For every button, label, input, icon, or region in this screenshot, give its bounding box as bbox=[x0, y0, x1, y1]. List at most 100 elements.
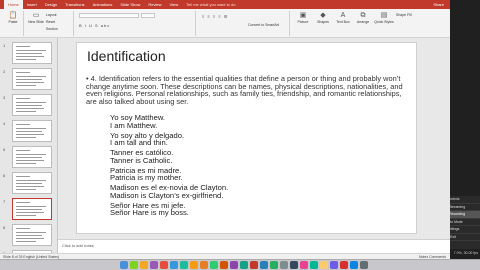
font-group: B I U S abc bbox=[76, 11, 196, 36]
thumbnail-text-line bbox=[16, 154, 46, 155]
thumbnail-text-line bbox=[16, 59, 36, 60]
convert-smartart-button[interactable]: Convert to SmartArt bbox=[248, 23, 279, 27]
quick-styles-button[interactable]: ▤ Quick Styles bbox=[374, 11, 394, 24]
thumbnail-text-line bbox=[16, 102, 46, 103]
dock-app-icon[interactable] bbox=[230, 261, 238, 269]
thumbnail-text-line bbox=[16, 82, 44, 83]
thumbnail-number: 2 bbox=[3, 69, 6, 74]
font-size-box[interactable] bbox=[141, 13, 155, 18]
dock-app-icon[interactable] bbox=[150, 261, 158, 269]
slide-thumbnail[interactable] bbox=[12, 120, 52, 142]
screen: { "ribbon": { "tabs": ["Home", "Insert",… bbox=[0, 0, 480, 270]
dock-app-icon[interactable] bbox=[190, 261, 198, 269]
thumbnail-text-line bbox=[16, 206, 46, 207]
dock-app-icon[interactable] bbox=[350, 261, 358, 269]
slide-thumbnail-pane: 123456789 bbox=[0, 38, 58, 270]
thumbnail-text-line bbox=[16, 235, 42, 236]
sentence-pair: Yo soy alto y delgado. I am tall and thin… bbox=[110, 131, 228, 147]
paragraph-buttons[interactable]: ≡ ≡ ≡ ≡ ☰ bbox=[202, 14, 228, 19]
dock-app-icon[interactable] bbox=[280, 261, 288, 269]
thumbnail-text-line bbox=[16, 212, 44, 213]
thumbnail-text-line bbox=[16, 124, 30, 125]
english-sentence: Señor Hare is my boss. bbox=[110, 208, 189, 218]
dock-app-icon[interactable] bbox=[290, 261, 298, 269]
sentence-pair: Patricia es mi madre. Patricia is my moth… bbox=[110, 166, 228, 183]
tab-insert[interactable]: Insert bbox=[23, 0, 41, 9]
paste-button[interactable]: 📋 Paste bbox=[4, 11, 22, 24]
shapes-icon: ◆ bbox=[320, 12, 326, 19]
notes-placeholder: Click to add notes bbox=[62, 243, 94, 248]
dock-app-icon[interactable] bbox=[300, 261, 308, 269]
slide-thumbnail[interactable] bbox=[12, 146, 52, 168]
dock-app-icon[interactable] bbox=[200, 261, 208, 269]
english-sentence: Madison is Clayton’s ex-girlfriend. bbox=[110, 190, 224, 200]
slide-title[interactable]: Identification bbox=[87, 48, 166, 64]
slide-bullet-text[interactable]: • 4. Identification refers to the essent… bbox=[86, 75, 412, 105]
notes-pane[interactable]: Click to add notes bbox=[58, 239, 450, 253]
slide-thumbnail[interactable] bbox=[12, 68, 52, 90]
thumbnail-text-line bbox=[16, 176, 30, 177]
tab-design[interactable]: Design bbox=[41, 0, 61, 9]
tab-review[interactable]: Review bbox=[144, 0, 165, 9]
english-sentence: Patricia is my mother. bbox=[110, 173, 183, 183]
thumbnail-text-line bbox=[16, 238, 44, 239]
format-buttons[interactable]: B I U S abc bbox=[79, 23, 110, 28]
dock-app-icon[interactable] bbox=[240, 261, 248, 269]
slide-thumbnail[interactable] bbox=[12, 224, 52, 246]
tab-transitions[interactable]: Transitions bbox=[61, 0, 88, 9]
tab-view[interactable]: View bbox=[166, 0, 183, 9]
new-slide-icon: ▭ bbox=[32, 12, 40, 19]
shape-fill-button[interactable]: Shape Fill bbox=[396, 13, 412, 17]
font-name-box[interactable] bbox=[79, 13, 139, 18]
textbox-button[interactable]: A Text Box bbox=[334, 11, 352, 24]
picture-button[interactable]: ▣ Picture bbox=[294, 11, 312, 24]
layout-button[interactable]: Layout bbox=[46, 13, 57, 17]
dock-app-icon[interactable] bbox=[220, 261, 228, 269]
thumbnail-number: 4 bbox=[3, 121, 6, 126]
dock-app-icon[interactable] bbox=[360, 261, 368, 269]
dock-app-icon[interactable] bbox=[320, 261, 328, 269]
tab-home[interactable]: Home bbox=[4, 0, 23, 9]
slide-thumbnail[interactable] bbox=[12, 172, 52, 194]
dock-app-icon[interactable] bbox=[140, 261, 148, 269]
tab-slide-show[interactable]: Slide Show bbox=[116, 0, 144, 9]
arrange-button[interactable]: ⧉ Arrange bbox=[354, 11, 372, 24]
thumbnail-text-line bbox=[16, 56, 44, 57]
thumbnail-text-line bbox=[16, 128, 46, 129]
thumbnail-number: 5 bbox=[3, 147, 6, 152]
sentence-pair: Tanner es católico. Tanner is Catholic. bbox=[110, 149, 228, 164]
thumbnail-text-line bbox=[16, 150, 30, 151]
thumbnail-text-line bbox=[16, 137, 36, 138]
slide-thumbnail[interactable] bbox=[12, 198, 52, 220]
dock-app-icon[interactable] bbox=[130, 261, 138, 269]
share-button[interactable]: Share bbox=[429, 0, 450, 9]
dock-app-icon[interactable] bbox=[160, 261, 168, 269]
thumbnail-number: 1 bbox=[3, 43, 6, 48]
slide-thumbnail[interactable] bbox=[12, 42, 52, 64]
new-slide-button[interactable]: ▭ New Slide bbox=[28, 11, 44, 24]
tab-animations[interactable]: Animations bbox=[89, 0, 117, 9]
shapes-button[interactable]: ◆ Shapes bbox=[314, 11, 332, 24]
dock-app-icon[interactable] bbox=[250, 261, 258, 269]
dock-app-icon[interactable] bbox=[310, 261, 318, 269]
dock-app-icon[interactable] bbox=[260, 261, 268, 269]
dock-app-icon[interactable] bbox=[180, 261, 188, 269]
dock-app-icon[interactable] bbox=[270, 261, 278, 269]
thumbnail-text-line bbox=[16, 209, 42, 210]
thumbnail-text-line bbox=[16, 160, 44, 161]
sentence-pair: Señor Hare es mi jefe. Señor Hare is my b… bbox=[110, 201, 228, 218]
dock-app-icon[interactable] bbox=[170, 261, 178, 269]
slide-thumbnail[interactable] bbox=[12, 94, 52, 116]
dock-app-icon[interactable] bbox=[120, 261, 128, 269]
dock-app-icon[interactable] bbox=[340, 261, 348, 269]
example-sentences[interactable]: Yo soy Matthew. I am Matthew. Yo soy alto … bbox=[110, 114, 228, 219]
tell-me-box[interactable]: Tell me what you want to do bbox=[182, 0, 239, 9]
drawing-group: ▣ Picture ◆ Shapes A Text Box ⧉ Arrange … bbox=[292, 11, 412, 36]
current-slide[interactable]: Identification • 4. Identification refer… bbox=[76, 42, 417, 234]
reset-button[interactable]: Reset bbox=[46, 20, 55, 24]
dock-app-icon[interactable] bbox=[330, 261, 338, 269]
section-button[interactable]: Section bbox=[46, 27, 58, 31]
thumbnail-text-line bbox=[16, 189, 36, 190]
dock-app-icon[interactable] bbox=[210, 261, 218, 269]
english-sentence: Tanner is Catholic. bbox=[110, 155, 173, 165]
